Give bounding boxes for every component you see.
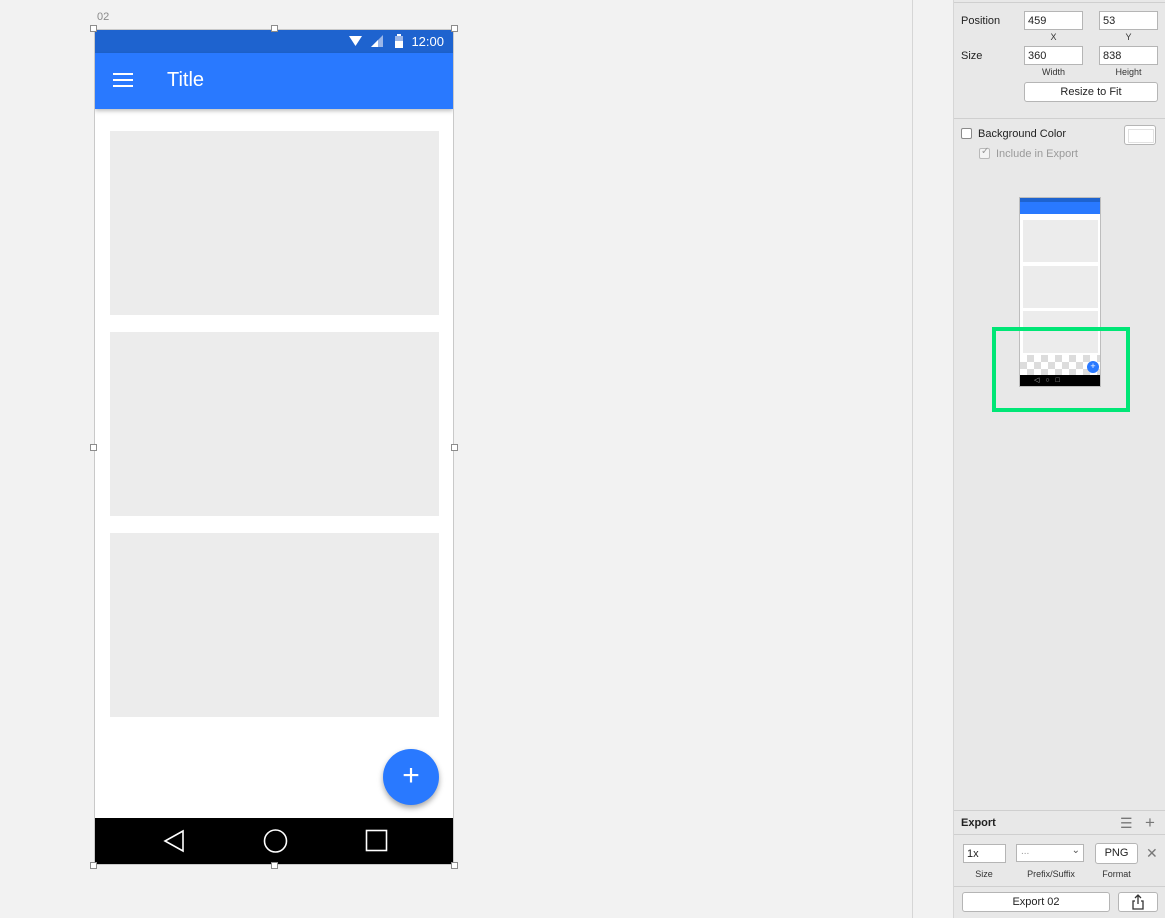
resize-handle-top-right[interactable] <box>451 25 458 32</box>
card-2 <box>110 332 439 516</box>
artboard-02[interactable]: 12:00 Title + <box>94 29 454 865</box>
prefix-suffix-select[interactable]: ... ⌄ <box>1016 844 1084 862</box>
canvas[interactable]: 02 12:00 Title + <box>0 0 912 918</box>
recents-icon[interactable] <box>365 829 388 853</box>
x-label: X <box>1050 32 1057 42</box>
size-label: Size <box>961 50 983 62</box>
home-icon[interactable] <box>263 829 288 853</box>
background-color-checkbox[interactable] <box>961 128 972 139</box>
resize-handle-bottom-left[interactable] <box>90 862 97 869</box>
wifi-icon <box>349 36 362 46</box>
preview-card <box>1023 220 1098 262</box>
resize-handle-left[interactable] <box>90 444 97 451</box>
prefix-suffix-value: ... <box>1021 846 1030 857</box>
background-color-well[interactable] <box>1124 125 1156 145</box>
card-1 <box>110 131 439 315</box>
plus-icon[interactable]: + <box>1145 813 1155 833</box>
background-color-label: Background Color <box>978 128 1067 140</box>
include-in-export-checkbox[interactable] <box>979 146 990 159</box>
add-fab-button[interactable]: + <box>383 749 439 805</box>
width-label: Width <box>1041 67 1065 77</box>
panel-divider <box>912 0 954 918</box>
resize-handle-top[interactable] <box>271 25 278 32</box>
separator <box>954 2 1165 3</box>
prefix-suffix-label: Prefix/Suffix <box>1027 869 1075 879</box>
preview-app-bar <box>1020 202 1100 214</box>
signal-icon <box>371 35 383 47</box>
inspector-panel: Position X Y Size Width Height Resize to… <box>954 0 1165 918</box>
format-label: Format <box>1102 869 1131 879</box>
export-title: Export <box>961 817 996 829</box>
sliders-icon[interactable]: ☰ <box>1120 815 1133 832</box>
resize-handle-bottom[interactable] <box>271 862 278 869</box>
include-in-export-label: Include in Export <box>996 148 1078 160</box>
separator <box>954 118 1165 119</box>
width-input[interactable] <box>1024 46 1083 65</box>
export-header: Export ☰ + <box>954 810 1165 835</box>
position-label: Position <box>961 15 1001 27</box>
card-3 <box>110 533 439 717</box>
export-size-input[interactable] <box>963 844 1006 863</box>
status-bar: 12:00 <box>95 30 453 53</box>
preview-card <box>1023 266 1098 308</box>
export-size-label: Size <box>975 869 993 879</box>
height-input[interactable] <box>1099 46 1158 65</box>
menu-icon[interactable] <box>113 73 133 87</box>
close-icon[interactable]: ✕ <box>1146 845 1158 862</box>
share-icon[interactable] <box>1118 892 1158 912</box>
height-label: Height <box>1115 67 1142 77</box>
export-artboard-button[interactable]: Export 02 <box>962 892 1110 912</box>
nav-bar <box>95 818 453 864</box>
y-label: Y <box>1125 32 1132 42</box>
back-icon[interactable] <box>163 829 185 853</box>
chevron-down-icon: ⌄ <box>1071 845 1080 856</box>
app-title: Title <box>167 69 205 91</box>
resize-handle-top-left[interactable] <box>90 25 97 32</box>
highlight-box <box>992 327 1130 412</box>
resize-handle-right[interactable] <box>451 444 458 451</box>
resize-handle-bottom-right[interactable] <box>451 862 458 869</box>
format-select[interactable]: PNG <box>1095 843 1138 864</box>
artboard-label[interactable]: 02 <box>97 11 109 23</box>
app-bar: Title <box>95 53 453 109</box>
position-y-input[interactable] <box>1099 11 1158 30</box>
resize-to-fit-button[interactable]: Resize to Fit <box>1024 82 1158 102</box>
status-time: 12:00 <box>411 34 444 49</box>
position-x-input[interactable] <box>1024 11 1083 30</box>
battery-icon <box>395 34 403 48</box>
separator <box>954 886 1165 887</box>
